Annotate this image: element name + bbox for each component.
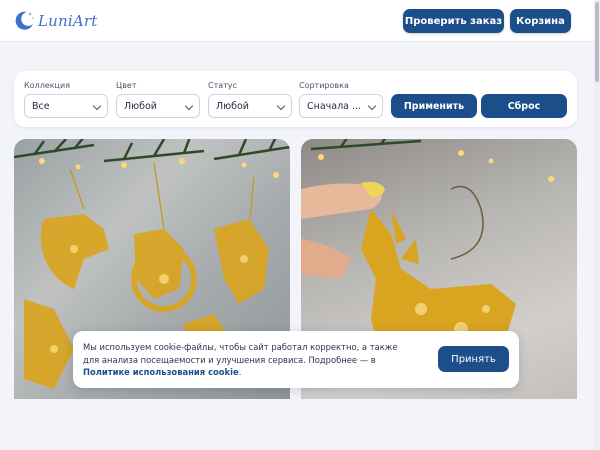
reset-button[interactable]: Сброс — [481, 94, 567, 118]
color-select[interactable]: Любой — [116, 94, 200, 118]
moon-logo-icon — [12, 9, 36, 33]
chevron-down-icon — [276, 101, 286, 111]
chevron-down-icon — [367, 101, 377, 111]
collection-value: Все — [32, 100, 50, 112]
collection-label: Коллекция — [24, 81, 71, 90]
scrollbar-thumb[interactable] — [595, 2, 599, 82]
status-label: Статус — [208, 81, 237, 90]
logo-text: LuniArt — [38, 12, 98, 30]
cart-button[interactable]: Корзина — [510, 9, 571, 33]
page-footer-area — [0, 399, 594, 450]
sort-value: Сначала ... — [307, 100, 362, 112]
status-value: Любой — [216, 100, 249, 112]
collection-select[interactable]: Все — [24, 94, 108, 118]
color-label: Цвет — [116, 81, 137, 90]
check-order-button[interactable]: Проверить заказ — [403, 9, 504, 33]
apply-button[interactable]: Применить — [391, 94, 477, 118]
site-header: LuniArt Проверить заказ Корзина — [0, 0, 594, 42]
cookie-text-end: . — [238, 367, 242, 377]
cookie-policy-link[interactable]: Политике использования cookie — [83, 367, 239, 377]
sort-select[interactable]: Сначала ... — [299, 94, 383, 118]
chevron-down-icon — [184, 101, 194, 111]
cookie-text: Мы используем cookie-файлы, чтобы сайт р… — [83, 342, 398, 365]
filter-panel: Коллекция Все Цвет Любой Статус Любой Со… — [14, 71, 577, 127]
cookie-banner: Мы используем cookie-файлы, чтобы сайт р… — [73, 331, 519, 388]
logo[interactable]: LuniArt — [12, 8, 98, 34]
chevron-down-icon — [92, 101, 102, 111]
sort-label: Сортировка — [299, 81, 349, 90]
status-select[interactable]: Любой — [208, 94, 292, 118]
cookie-accept-button[interactable]: Принять — [438, 346, 509, 372]
cookie-message: Мы используем cookie-файлы, чтобы сайт р… — [83, 341, 413, 379]
color-value: Любой — [124, 100, 157, 112]
page-scrollbar[interactable] — [594, 0, 600, 450]
